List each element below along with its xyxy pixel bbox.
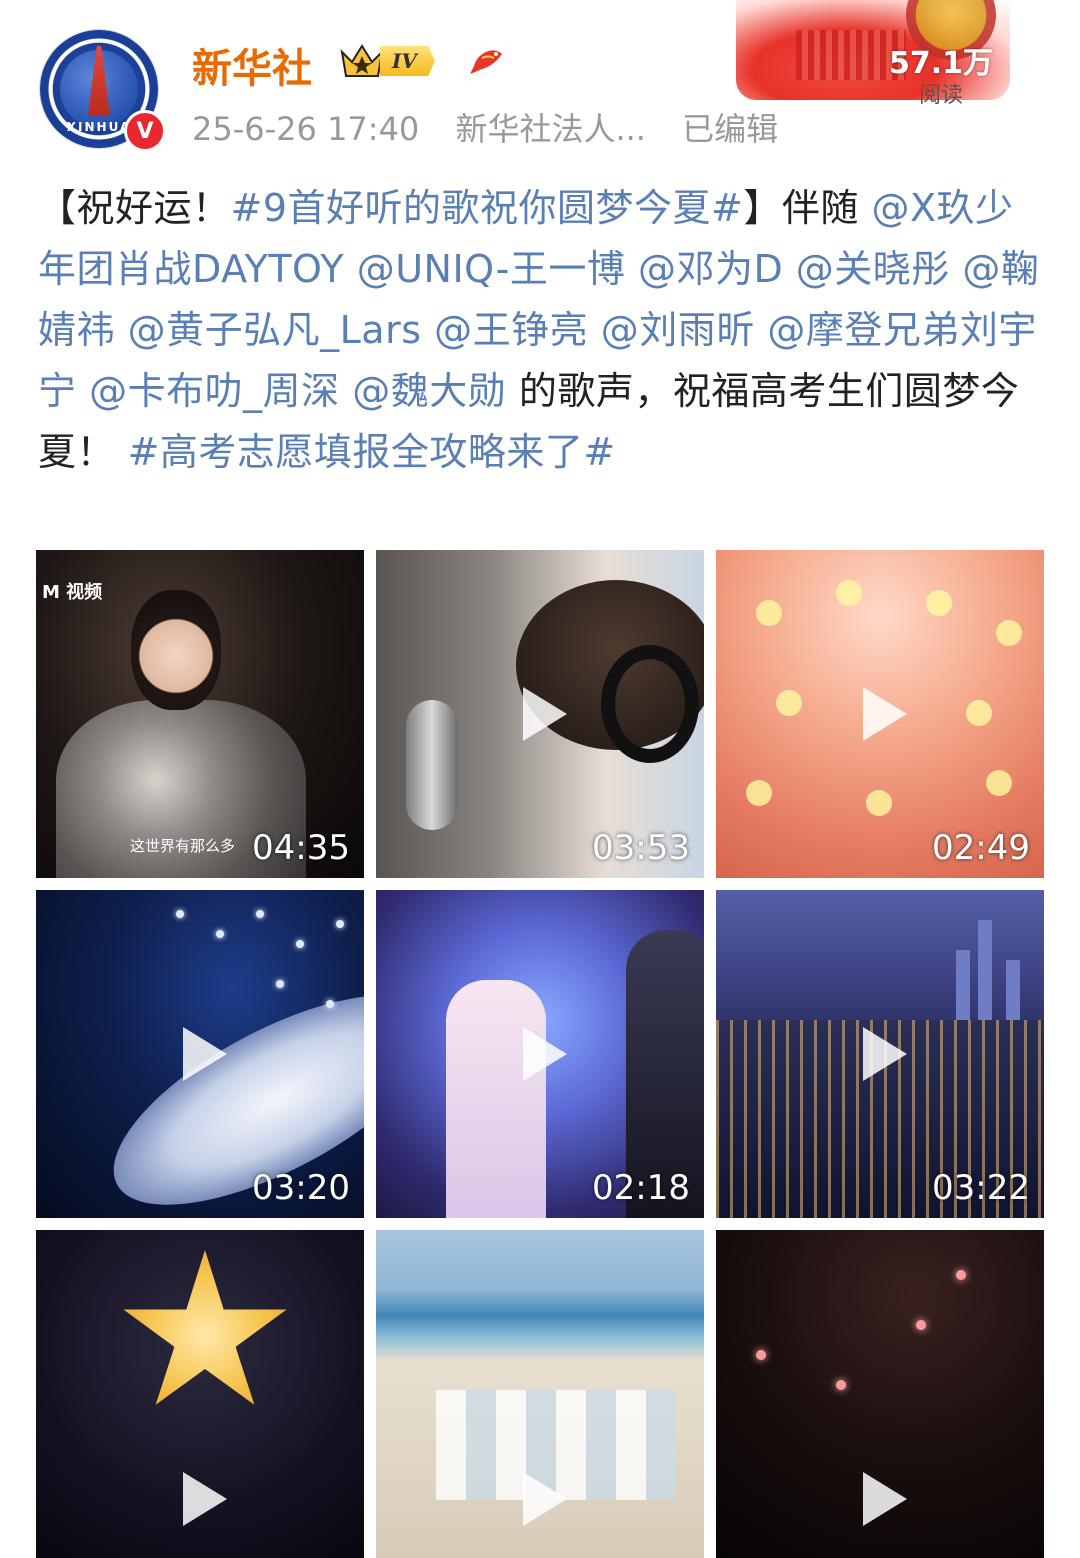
scene-light (256, 910, 264, 918)
video-thumbnail[interactable]: M 视频 这世界有那么多 04:35 (36, 550, 364, 878)
scene-light (756, 1350, 766, 1360)
scene-light (986, 770, 1012, 796)
scene-star (123, 1250, 287, 1405)
edited-label[interactable]: 已编辑 (682, 110, 778, 148)
scene-building (1006, 960, 1020, 1020)
mention-link[interactable]: @刘雨昕 (601, 308, 755, 352)
scene-figure (406, 700, 458, 830)
channel-logo: M 视频 (42, 582, 103, 603)
post-text-accompany: 】伴随 (743, 186, 872, 230)
scene-light (216, 930, 224, 938)
crown-icon (340, 42, 384, 80)
hashtag-link[interactable]: #高考志愿填报全攻略来了# (128, 430, 616, 474)
post-header: XINHUA V 新华社 IV 25-6-26 17:40 新华社法人... 已… (0, 0, 1080, 160)
scene-light (836, 1380, 846, 1390)
mention-link[interactable]: @王铮亮 (434, 308, 588, 352)
scene-building (956, 950, 970, 1020)
video-duration: 03:53 (592, 828, 690, 868)
mention-link[interactable]: @卡布叻_周深 (89, 369, 340, 413)
koi-icon (468, 40, 508, 80)
level-label: IV (380, 46, 435, 76)
mention-link[interactable]: @UNIQ-王一博 (357, 247, 626, 291)
scene-light (996, 620, 1022, 646)
video-thumbnail[interactable] (376, 1230, 704, 1558)
video-thumbnail[interactable] (36, 1230, 364, 1558)
scene-figure (601, 645, 699, 763)
scene-figure (446, 980, 546, 1218)
scene-light (866, 790, 892, 816)
hashtag-link[interactable]: #9首好听的歌祝你圆梦今夏# (231, 186, 744, 230)
post-meta: 25-6-26 17:40 新华社法人... 已编辑 (192, 104, 804, 150)
mention-link[interactable]: @魏大勋 (352, 369, 506, 413)
video-grid: M 视频 这世界有那么多 04:35 03:53 02:49 03:20 02:… (36, 550, 1046, 1558)
scene-light (336, 920, 344, 928)
view-count: 57.1万 (888, 46, 994, 81)
scene-light (746, 780, 772, 806)
video-duration: 02:49 (932, 828, 1030, 868)
scene-light (836, 580, 862, 606)
mention-link[interactable]: @关晓彤 (796, 247, 950, 291)
scene-light (956, 1270, 966, 1280)
video-thumbnail[interactable]: 03:22 (716, 890, 1044, 1218)
scene-light (756, 600, 782, 626)
username[interactable]: 新华社 (192, 36, 312, 94)
post-body: 【祝好运！#9首好听的歌祝你圆梦今夏#】伴随 @X玖少年团肖战DAYTOY @U… (38, 178, 1048, 483)
play-icon[interactable] (845, 1019, 915, 1089)
scene-light (276, 980, 284, 988)
video-duration: 02:18 (592, 1168, 690, 1208)
video-thumbnail[interactable]: 02:18 (376, 890, 704, 1218)
video-duration: 03:20 (252, 1168, 350, 1208)
mention-link[interactable]: @邓为D (638, 247, 783, 291)
play-icon[interactable] (505, 1464, 575, 1534)
scene-light (926, 590, 952, 616)
scene-light (296, 940, 304, 948)
video-thumbnail[interactable]: 02:49 (716, 550, 1044, 878)
video-duration: 03:22 (932, 1168, 1030, 1208)
video-duration: 04:35 (252, 828, 350, 868)
scene-light (326, 1000, 334, 1008)
video-thumbnail[interactable]: 03:53 (376, 550, 704, 878)
scene-light (776, 690, 802, 716)
scene-light (176, 910, 184, 918)
level-badge[interactable]: IV (340, 40, 435, 82)
scene-light (916, 1320, 926, 1330)
play-icon[interactable] (165, 1019, 235, 1089)
post-source[interactable]: 新华社法人... (455, 110, 646, 148)
verified-icon: V (124, 110, 166, 152)
play-icon[interactable] (845, 679, 915, 749)
mention-link[interactable]: @黄子弘凡_Lars (128, 308, 422, 352)
play-icon[interactable] (505, 679, 575, 749)
play-icon[interactable] (505, 1019, 575, 1089)
video-thumbnail[interactable] (716, 1230, 1044, 1558)
play-icon[interactable] (845, 1464, 915, 1534)
post-time: 25-6-26 17:40 (192, 110, 420, 148)
scene-figure (131, 590, 221, 710)
play-icon[interactable] (165, 1464, 235, 1534)
view-count-label: 阅读 (918, 83, 963, 108)
video-thumbnail[interactable]: 03:20 (36, 890, 364, 1218)
scene-light (966, 700, 992, 726)
video-caption: 这世界有那么多 (130, 837, 236, 855)
scene-building (978, 920, 992, 1020)
post-text-intro: 【祝好运！ (38, 186, 231, 230)
